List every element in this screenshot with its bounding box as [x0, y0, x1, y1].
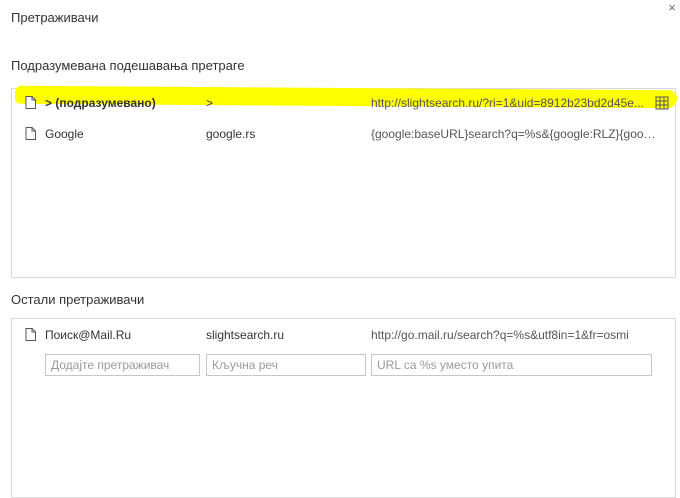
engine-name: > (подразумевано) [45, 96, 156, 110]
engine-name: Google [45, 127, 84, 141]
engine-url: http://slightsearch.ru/?ri=1&uid=8912b23… [371, 96, 644, 110]
document-icon [25, 127, 36, 140]
document-icon [25, 96, 36, 109]
default-engines-list: > (подразумевано) > http://slightsearch.… [11, 85, 677, 278]
engine-url: {google:baseURL}search?q=%s&{google:RLZ}… [371, 127, 656, 141]
close-icon[interactable]: × [666, 1, 678, 14]
add-engine-name-input[interactable] [45, 354, 200, 376]
add-engine-url-input[interactable] [371, 354, 652, 376]
add-engine-keyword-input[interactable] [206, 354, 366, 376]
engine-row-mailru[interactable]: Поиск@Mail.Ru slightsearch.ru http://go.… [12, 323, 675, 349]
dialog-title: Претраживачи [11, 10, 99, 25]
engine-row-google[interactable]: Google google.rs {google:baseURL}search?… [12, 122, 675, 148]
engine-keyword: > [206, 96, 214, 110]
document-icon [25, 328, 36, 341]
engine-url: http://go.mail.ru/search?q=%s&utf8in=1&f… [371, 328, 629, 342]
engine-row-default[interactable]: > (подразумевано) > http://slightsearch.… [12, 85, 677, 117]
other-section-heading: Остали претраживачи [11, 292, 145, 307]
engine-name: Поиск@Mail.Ru [45, 328, 132, 342]
other-engines-list: Поиск@Mail.Ru slightsearch.ru http://go.… [11, 318, 676, 498]
engine-keyword: google.rs [206, 127, 256, 141]
engine-keyword: slightsearch.ru [206, 328, 285, 342]
default-section-heading: Подразумевана подешавања претраге [11, 58, 245, 73]
extension-icon[interactable] [655, 96, 669, 110]
